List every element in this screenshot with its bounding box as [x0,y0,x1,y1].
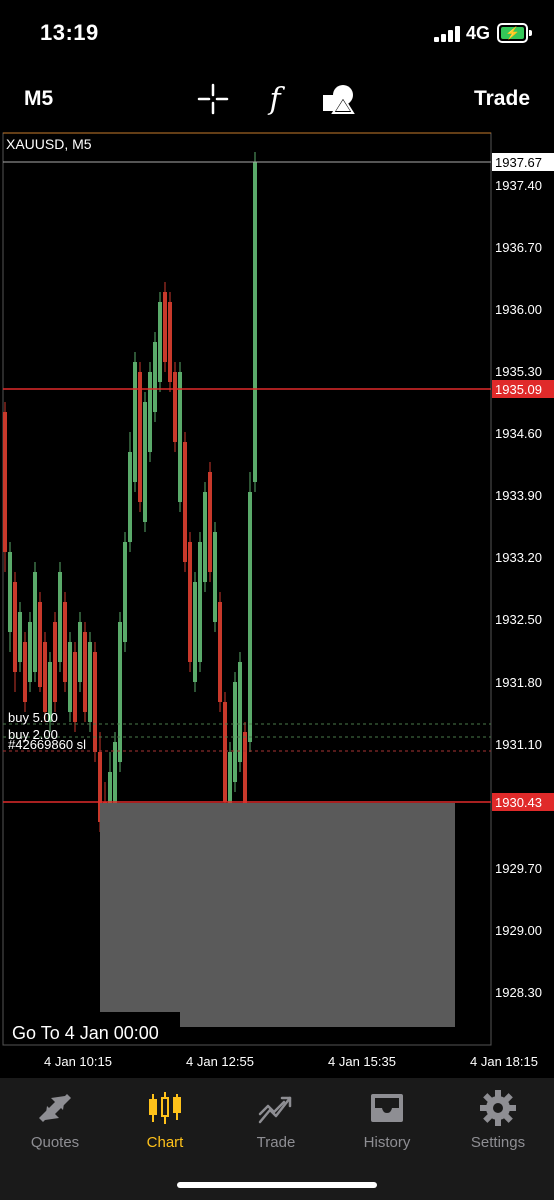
candle-body [78,622,82,682]
trade-line-sl[interactable]: #42669860 sl [8,737,86,752]
candle-body [73,652,77,722]
candle-body [58,572,62,662]
candle-body [158,302,162,382]
candle-body [133,362,137,482]
candle-body [23,642,27,702]
candle-body [218,602,222,702]
price-label: 1931.80 [495,675,542,690]
price-label: 1928.30 [495,985,542,1000]
candle-body [213,532,217,622]
chart-icon [149,1092,181,1124]
candle-body [223,702,227,802]
candle-body [168,302,172,382]
bid-price-label: 1935.09 [492,380,554,398]
price-label: 1933.90 [495,488,542,503]
candle-body [28,622,32,682]
price-label: 1929.00 [495,923,542,938]
candle-body [238,662,242,762]
candle-body [8,552,12,632]
tab-settings[interactable]: Settings [443,1078,553,1158]
candle-body [193,582,197,682]
price-label: 1935.30 [495,364,542,379]
candle-body [178,372,182,502]
indicators-icon[interactable]: f [256,80,294,118]
trade-icon [258,1096,292,1124]
price-chart[interactable]: XAUUSD, M5 buy 5.00 buy 2.00 #42669860 s… [0,132,554,1077]
time-label: 4 Jan 18:15 [470,1054,538,1069]
tab-history[interactable]: History [332,1078,442,1158]
candle-body [38,602,42,687]
tab-chart[interactable]: Chart [110,1078,220,1158]
candle-body [203,492,207,582]
price-label: 1936.70 [495,240,542,255]
objects-icon[interactable] [320,80,358,118]
signal-icon [434,26,460,42]
time-label: 4 Jan 12:55 [186,1054,254,1069]
candle-body [13,582,17,672]
price-label: 1934.60 [495,426,542,441]
candle-body [63,602,67,682]
candle-body [163,292,167,362]
candle-body [3,412,7,552]
network-type: 4G [466,23,491,43]
trade-line-buy-5[interactable]: buy 5.00 [8,710,58,725]
battery-cap [529,30,532,36]
candle-body [43,642,47,712]
candle-body [83,632,87,712]
candle-body [88,642,92,722]
time-label: 4 Jan 15:35 [328,1054,396,1069]
status-time: 13:19 [40,20,99,45]
chart-canvas[interactable] [0,132,554,1077]
crosshair-icon[interactable] [194,80,232,118]
status-bar: 13:19 4G ⚡ [0,0,554,70]
history-icon [371,1094,403,1122]
trade-button[interactable]: Trade [474,87,530,111]
candle-body [118,622,122,762]
candle-body [128,452,132,542]
candle-body [148,372,152,452]
price-label: 1929.70 [495,861,542,876]
range-shading [100,803,455,1027]
candle-body [18,612,22,662]
candle-body [68,642,72,712]
timeframe-button[interactable]: M5 [24,87,53,111]
candle-body [183,442,187,562]
candle-body [143,402,147,522]
settings-icon [480,1090,516,1126]
goto-date-button[interactable]: Go To 4 Jan 00:00 [12,1023,159,1044]
candle-body [253,162,257,482]
candle-body [233,682,237,782]
tab-trade[interactable]: Trade [221,1078,331,1158]
candle-body [53,622,57,702]
candle-body [153,342,157,412]
price-label: 1937.40 [495,178,542,193]
candle-body [188,542,192,662]
symbol-title: XAUUSD, M5 [6,136,92,152]
price-label: 1936.00 [495,302,542,317]
time-label: 4 Jan 10:15 [44,1054,112,1069]
candle-body [173,372,177,442]
price-label: 1932.50 [495,612,542,627]
tab-quotes[interactable]: Quotes [0,1078,110,1158]
sl-price-label: 1930.43 [492,793,554,811]
battery-icon: ⚡ [497,23,528,43]
ask-price-label: 1937.67 [492,153,554,171]
candle-body [208,472,212,572]
candle-body [248,492,252,742]
price-label: 1931.10 [495,737,542,752]
chart-toolbar: M5 f Trade [0,70,554,130]
price-label: 1933.20 [495,550,542,565]
candle-body [33,572,37,672]
candle-body [198,542,202,662]
home-indicator [177,1182,377,1188]
quotes-icon [39,1094,71,1122]
candle-body [123,542,127,642]
candle-body [138,372,142,502]
